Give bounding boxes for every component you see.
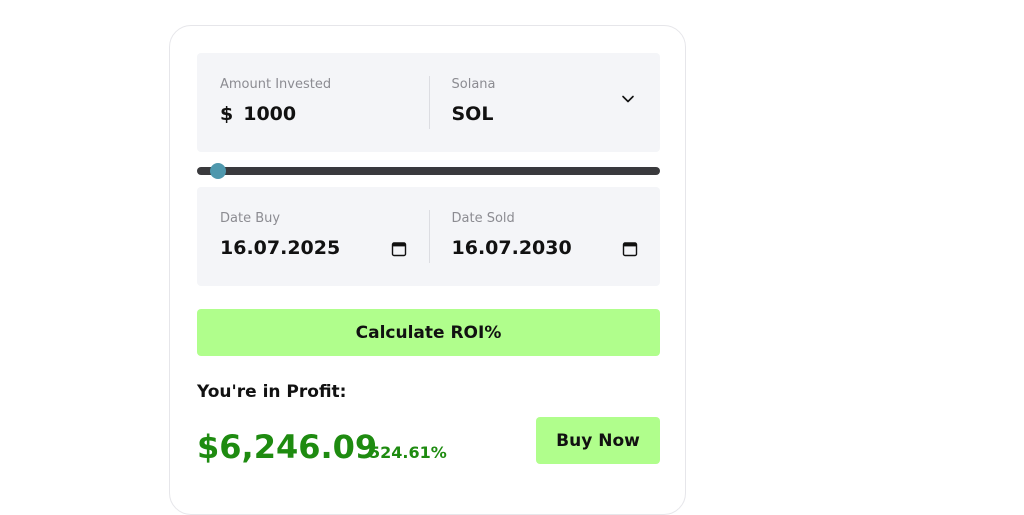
date-sold-label: Date Sold [451,211,515,226]
amount-invested-input[interactable]: $1000 [220,103,429,125]
buy-now-button[interactable]: Buy Now [536,417,660,464]
amount-invested-value: 1000 [243,103,297,125]
date-sold-field[interactable]: Date Sold 16.07.2030 [428,187,661,286]
calendar-icon[interactable] [391,241,407,257]
currency-symbol: $ [220,103,234,125]
profit-percent: 524.61% [369,443,447,462]
date-buy-field[interactable]: Date Buy 16.07.2025 [197,187,429,286]
date-buy-label: Date Buy [220,211,281,226]
chevron-down-icon[interactable] [620,91,636,107]
dates-panel: Date Buy 16.07.2025 Date Sold 16.07.2030 [197,187,660,286]
amount-slider[interactable] [197,163,660,179]
slider-thumb[interactable] [209,163,226,179]
calculate-roi-button[interactable]: Calculate ROI% [197,309,660,356]
roi-calculator-card: Amount Invested $1000 Solana SOL Date Bu… [169,25,686,515]
profit-amount: $6,246.09 [197,428,378,466]
slider-track[interactable] [197,167,660,175]
coin-select[interactable]: Solana SOL [428,53,661,152]
calendar-icon[interactable] [622,241,638,257]
investment-panel: Amount Invested $1000 Solana SOL [197,53,660,152]
profit-heading: You're in Profit: [197,382,347,402]
amount-invested-label: Amount Invested [220,77,332,92]
amount-invested-field[interactable]: Amount Invested $1000 [197,53,429,152]
